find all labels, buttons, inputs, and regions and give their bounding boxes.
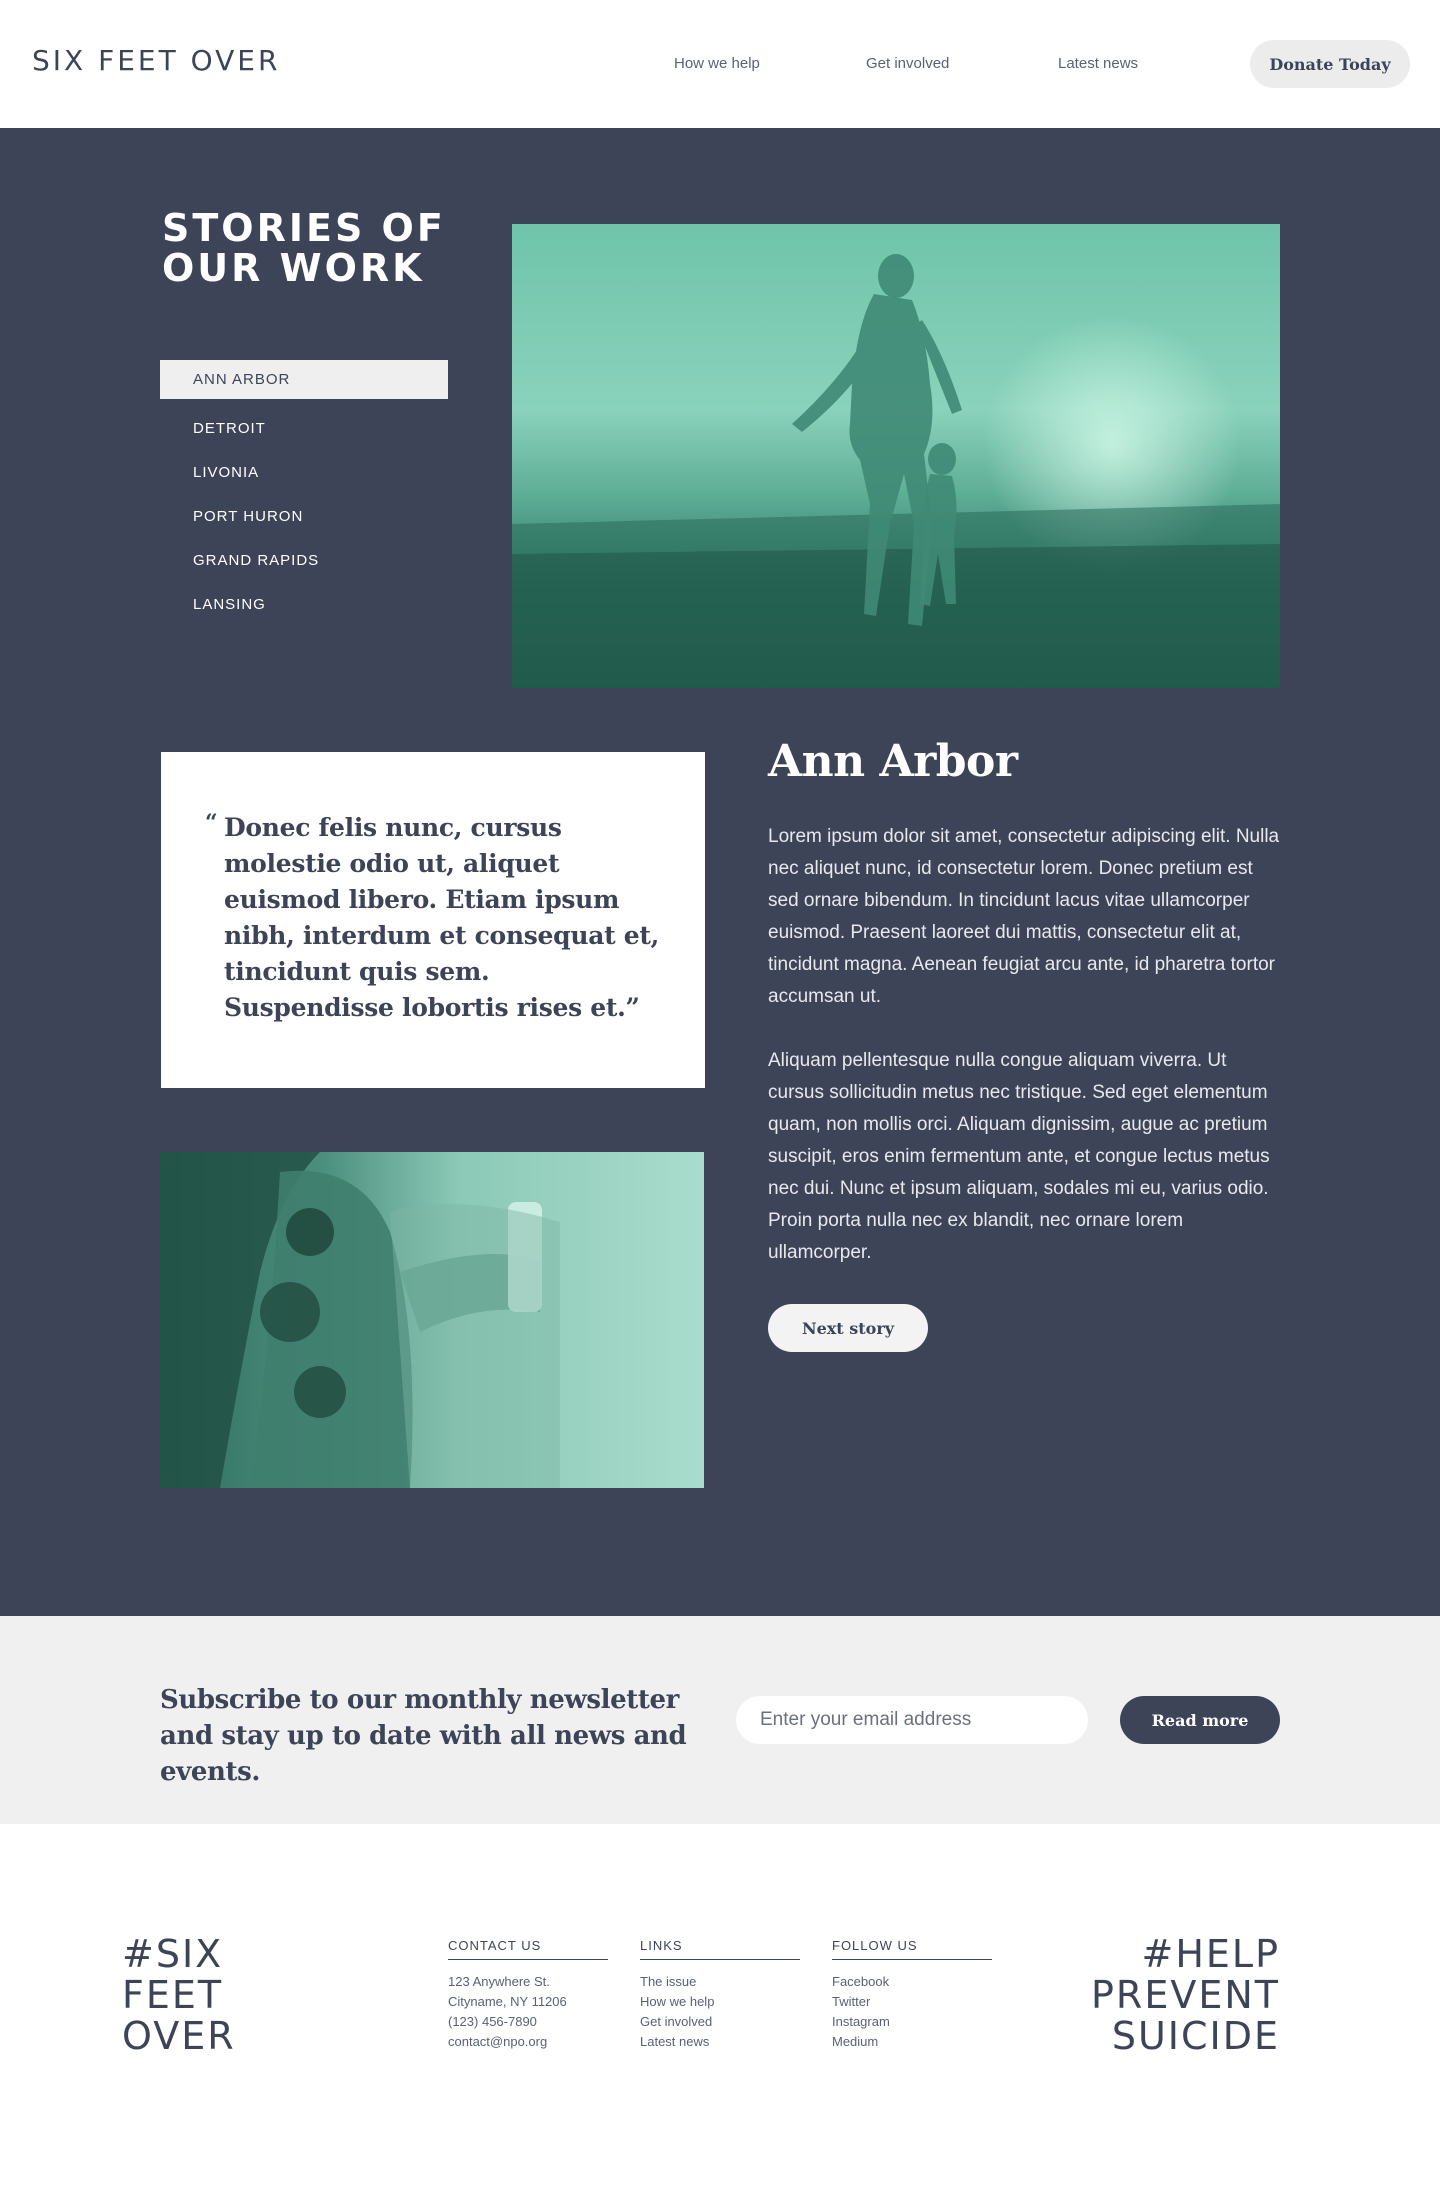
story-quote: Donec felis nunc, cursus molestie odio u… [224, 813, 660, 1022]
footer-link-instagram[interactable]: Instagram [832, 2012, 992, 2032]
footer-link-medium[interactable]: Medium [832, 2032, 992, 2052]
footer-links-column: LINKS The issue How we help Get involved… [640, 1938, 800, 2052]
tattooed-arm-illustration [160, 1152, 560, 1488]
city-item-livonia[interactable]: LIVONIA [160, 453, 448, 497]
footer-city: Cityname, NY 11206 [448, 1994, 567, 2009]
site-footer: #SIX FEET OVER CONTACT US 123 Anywhere S… [0, 1824, 1440, 2192]
footer-tagline: #HELP PREVENT SUICIDE [1091, 1932, 1280, 2058]
donate-button[interactable]: Donate Today [1250, 40, 1410, 88]
footer-links-title: LINKS [640, 1938, 800, 1960]
footer-follow-column: FOLLOW US Facebook Twitter Instagram Med… [832, 1938, 992, 2052]
footer-link-facebook[interactable]: Facebook [832, 1972, 992, 1992]
footer-link-get-involved[interactable]: Get involved [640, 2012, 800, 2032]
city-item-grand-rapids[interactable]: GRAND RAPIDS [160, 541, 448, 585]
newsletter-section: Subscribe to our monthly newsletter and … [0, 1616, 1440, 1824]
nav-how-we-help[interactable]: How we help [674, 55, 760, 72]
footer-email[interactable]: contact@npo.org [448, 2032, 608, 2052]
father-child-silhouette [512, 254, 1280, 688]
footer-link-latest-news[interactable]: Latest news [640, 2032, 800, 2052]
newsletter-text: Subscribe to our monthly newsletter and … [160, 1685, 687, 1787]
beach-photo [512, 224, 1280, 688]
read-more-button[interactable]: Read more [1120, 1696, 1280, 1744]
city-item-lansing[interactable]: LANSING [160, 585, 448, 629]
site-header: SIX FEET OVER How we help Get involved L… [0, 0, 1440, 128]
footer-address: 123 Anywhere St. [448, 1974, 550, 1989]
footer-link-how-we-help[interactable]: How we help [640, 1992, 800, 2012]
nav-get-involved[interactable]: Get involved [866, 55, 949, 72]
tattoo-photo [160, 1152, 704, 1488]
story-paragraph-2: Aliquam pellentesque nulla congue aliqua… [768, 1050, 1270, 1263]
stories-title: STORIES OF OUR WORK [162, 206, 446, 290]
story-heading: Ann Arbor [768, 736, 1018, 787]
footer-link-twitter[interactable]: Twitter [832, 1992, 992, 2012]
footer-contact-title: CONTACT US [448, 1938, 608, 1960]
footer-contact-column: CONTACT US 123 Anywhere St. Cityname, NY… [448, 1938, 608, 2052]
nav-latest-news[interactable]: Latest news [1058, 55, 1138, 72]
next-story-button[interactable]: Next story [768, 1304, 928, 1352]
email-input[interactable] [736, 1696, 1088, 1744]
story-paragraph-1: Lorem ipsum dolor sit amet, consectetur … [768, 826, 1280, 1007]
stories-section: STORIES OF OUR WORK ANN ARBOR DETROIT LI… [0, 128, 1440, 1616]
footer-logo: #SIX FEET OVER [122, 1932, 236, 2058]
site-logo[interactable]: SIX FEET OVER [32, 44, 280, 77]
footer-link-the-issue[interactable]: The issue [640, 1972, 800, 1992]
city-list: ANN ARBOR DETROIT LIVONIA PORT HURON GRA… [160, 360, 448, 629]
quote-card: “ Donec felis nunc, cursus molestie odio… [161, 752, 705, 1088]
quote-mark: “ [205, 810, 218, 836]
footer-phone[interactable]: (123) 456-7890 [448, 2012, 608, 2032]
city-item-ann-arbor[interactable]: ANN ARBOR [160, 360, 448, 399]
city-item-port-huron[interactable]: PORT HURON [160, 497, 448, 541]
city-item-detroit[interactable]: DETROIT [160, 409, 448, 453]
footer-follow-title: FOLLOW US [832, 1938, 992, 1960]
